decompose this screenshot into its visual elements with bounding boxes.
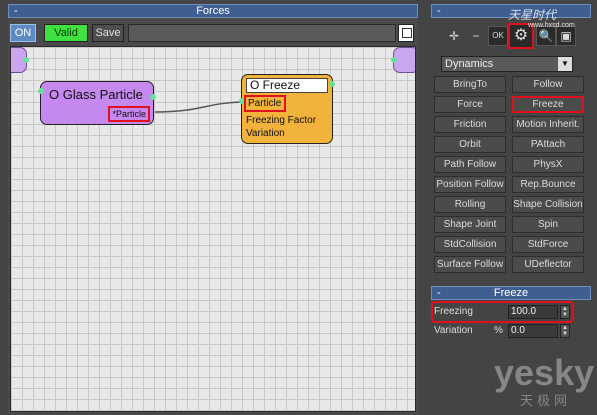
input-port-icon[interactable]: [38, 88, 44, 94]
forces-title-bar: - Forces: [8, 4, 418, 18]
rollout-title: Freeze: [493, 287, 529, 299]
operator-button-follow[interactable]: Follow: [512, 76, 584, 93]
node-canvas[interactable]: O Glass Particle *Particle O Freeze Part…: [10, 46, 416, 412]
save-button[interactable]: Save: [92, 24, 124, 42]
freeze-rollout-title[interactable]: - Freeze: [431, 286, 591, 300]
operator-button-rep-bounce[interactable]: Rep.Bounce: [512, 176, 584, 193]
on-button[interactable]: ON: [10, 24, 36, 42]
node-title[interactable]: O Freeze: [246, 78, 328, 93]
collapse-icon[interactable]: -: [437, 5, 441, 17]
variation-spinner[interactable]: ▲ ▼: [560, 324, 570, 338]
search-icon[interactable]: 🔍: [536, 26, 556, 46]
watermark-top-url: www.hxsd.com: [528, 22, 575, 29]
operator-button-surface-follow[interactable]: Surface Follow: [434, 256, 506, 273]
operator-button-force[interactable]: Force: [434, 96, 506, 113]
operator-button-freeze[interactable]: Freeze: [512, 96, 584, 113]
particle-input-port[interactable]: Particle: [244, 95, 286, 112]
operator-button-spin[interactable]: Spin: [512, 216, 584, 233]
operator-button-stdcollision[interactable]: StdCollision: [434, 236, 506, 253]
operator-button-orbit[interactable]: Orbit: [434, 136, 506, 153]
node-title: O Glass Particle: [49, 87, 143, 102]
operator-button-rolling[interactable]: Rolling: [434, 196, 506, 213]
operator-button-pattach[interactable]: PAttach: [512, 136, 584, 153]
particle-view-panel: - Forces ON Valid Save O Glass Particle …: [8, 4, 418, 414]
operator-button-shape-collision[interactable]: Shape Collision: [512, 196, 584, 213]
output-port-icon[interactable]: [150, 94, 156, 100]
chevron-down-icon[interactable]: ▼: [558, 57, 572, 71]
operator-button-shape-joint[interactable]: Shape Joint: [434, 216, 506, 233]
freeze-node[interactable]: O Freeze Particle Freezing Factor Variat…: [239, 74, 335, 144]
glass-particle-node[interactable]: O Glass Particle *Particle: [38, 81, 156, 125]
input-port-icon[interactable]: [391, 57, 397, 63]
variation-input[interactable]: Variation: [246, 128, 285, 139]
valid-button[interactable]: Valid: [44, 24, 88, 42]
watermark-top: 天星时代: [508, 8, 557, 22]
variation-unit: %: [494, 325, 503, 336]
window-icon[interactable]: [398, 24, 414, 42]
operator-button-position-follow[interactable]: Position Follow: [434, 176, 506, 193]
event-name-field[interactable]: [128, 24, 396, 42]
graph-toolbar: ON Valid Save: [8, 22, 418, 46]
ok-icon[interactable]: OK: [488, 26, 508, 46]
operator-button-motion-inherit[interactable]: Motion Inherit.: [512, 116, 584, 133]
output-port-icon[interactable]: [329, 81, 335, 87]
operator-button-stdforce[interactable]: StdForce: [512, 236, 584, 253]
operator-button-bringto[interactable]: BringTo: [434, 76, 506, 93]
particle-output-port[interactable]: *Particle: [108, 106, 150, 122]
add-icon[interactable]: ✛: [444, 26, 464, 46]
watermark-cn: 天极网: [520, 393, 572, 408]
operator-button-path-follow[interactable]: Path Follow: [434, 156, 506, 173]
variation-label: Variation: [434, 325, 473, 336]
right-edge-node[interactable]: [391, 47, 415, 73]
watermark-yesky: yesky: [494, 352, 595, 393]
freezing-factor-input[interactable]: Freezing Factor: [246, 115, 316, 126]
variation-input[interactable]: 0.0: [508, 324, 558, 338]
operator-button-udeflector[interactable]: UDeflector: [512, 256, 584, 273]
output-port-icon[interactable]: [23, 57, 29, 63]
category-value: Dynamics: [445, 58, 494, 70]
operator-button-physx[interactable]: PhysX: [512, 156, 584, 173]
category-dropdown[interactable]: Dynamics ▼: [441, 56, 573, 72]
panel-title: Forces: [196, 5, 230, 17]
minus-icon[interactable]: −: [466, 26, 486, 46]
box-icon[interactable]: ▣: [556, 26, 576, 46]
left-edge-node[interactable]: [11, 47, 29, 73]
operator-button-friction[interactable]: Friction: [434, 116, 506, 133]
freezing-highlight: [431, 301, 574, 323]
